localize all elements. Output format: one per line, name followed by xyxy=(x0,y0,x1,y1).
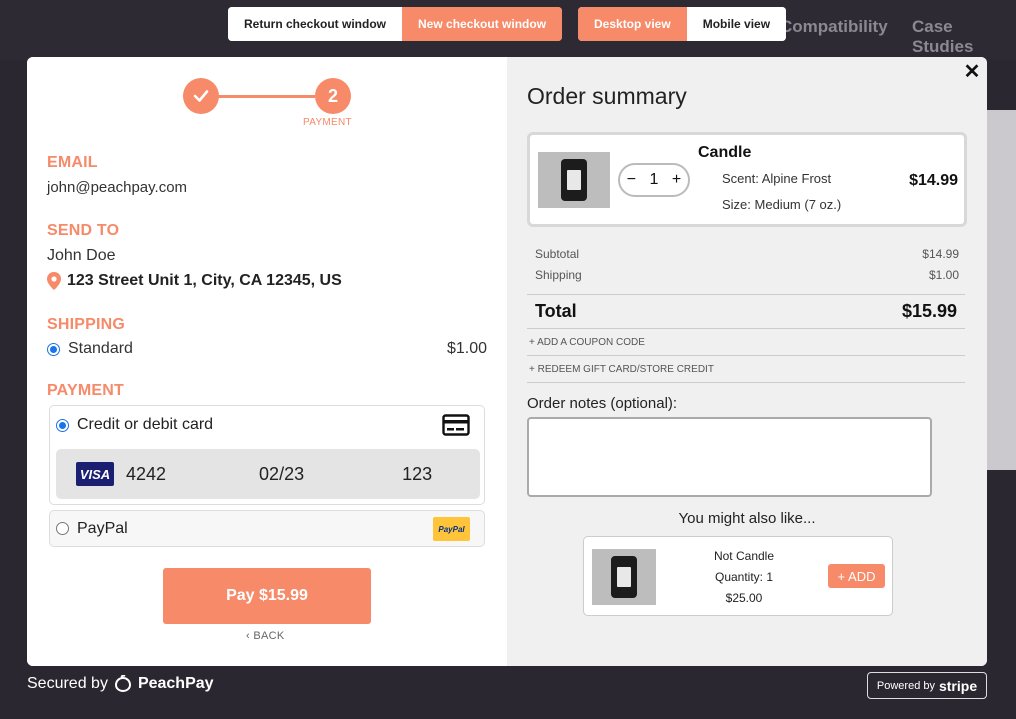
step-1-complete[interactable] xyxy=(183,78,219,114)
order-notes-label: Order notes (optional): xyxy=(527,395,678,412)
step-2-current: 2 xyxy=(315,78,351,114)
upsell-price: $25.00 xyxy=(725,591,763,605)
stripe-prefix: Powered by xyxy=(876,679,935,692)
quantity-stepper[interactable]: − 1 + xyxy=(618,163,690,197)
credit-card-icon xyxy=(442,414,470,441)
paypal-option-label: PayPal xyxy=(77,519,128,537)
paypal-radio[interactable] xyxy=(56,522,69,535)
recipient-name: John Doe xyxy=(47,247,116,264)
order-notes-textarea[interactable] xyxy=(527,417,932,497)
step-2-label: PAYMENT xyxy=(303,117,352,128)
card-details[interactable]: VISA 4242 02/23 123 xyxy=(56,449,480,499)
new-checkout-window-button[interactable]: New checkout window xyxy=(402,7,563,41)
stripe-logo: stripe xyxy=(938,677,978,694)
upsell-name: Not Candle xyxy=(713,549,775,563)
peachpay-logo-icon xyxy=(114,675,131,693)
upsell-product: Not Candle Quantity: 1 $25.00 + ADD xyxy=(583,536,893,616)
order-summary-panel: ✕ Order summary − 1 + Candle Scent: Alpi… xyxy=(507,57,987,666)
payment-title: PAYMENT xyxy=(47,382,124,399)
cart-item: − 1 + Candle Scent: Alpine Frost Size: M… xyxy=(527,132,967,227)
add-coupon-link[interactable]: + ADD A COUPON CODE xyxy=(527,329,965,356)
upsell-product-image xyxy=(592,549,656,605)
item-size: Size: Medium (7 oz.) xyxy=(722,197,842,212)
close-icon[interactable]: ✕ xyxy=(963,62,981,82)
item-scent: Scent: Alpine Frost xyxy=(722,171,832,186)
stepper-line xyxy=(218,95,315,98)
shipping-option-standard[interactable]: Standard $1.00 xyxy=(47,340,487,358)
bg-nav-case-studies[interactable]: Case Studies xyxy=(912,17,1016,57)
checkmark-icon xyxy=(193,90,209,102)
card-cvc-field[interactable]: 123 xyxy=(402,464,432,485)
location-pin-icon xyxy=(47,272,61,290)
add-upsell-button[interactable]: + ADD xyxy=(828,564,885,588)
paypal-logo-icon: PayPal xyxy=(433,517,470,541)
pay-button[interactable]: Pay $15.99 xyxy=(163,568,371,624)
email-value: john@peachpay.com xyxy=(47,179,188,196)
mobile-view-button[interactable]: Mobile view xyxy=(686,7,787,41)
card-expiry-field[interactable]: 02/23 xyxy=(259,464,304,485)
visa-logo-icon: VISA xyxy=(76,462,114,486)
upsell-quantity: Quantity: 1 xyxy=(714,570,774,584)
card-payment-option[interactable]: Credit or debit card VISA 4242 02/23 123 xyxy=(49,405,485,505)
paypal-payment-option[interactable]: PayPal PayPal xyxy=(49,510,485,547)
subtotal-value: $14.99 xyxy=(922,247,959,261)
increase-quantity-button[interactable]: + xyxy=(672,171,681,189)
subtotal-label: Subtotal xyxy=(535,247,580,261)
secured-label: Secured by xyxy=(27,675,108,692)
shipping-value: $1.00 xyxy=(928,268,959,282)
card-radio[interactable] xyxy=(56,418,69,432)
powered-by-stripe[interactable]: Powered by stripe xyxy=(867,672,987,699)
total-value: $15.99 xyxy=(901,301,957,321)
item-price: $14.99 xyxy=(909,172,958,189)
shipping-radio[interactable] xyxy=(47,342,60,356)
subtotal-row: Subtotal $14.99 xyxy=(535,247,959,261)
card-option-row[interactable]: Credit or debit card xyxy=(56,416,213,434)
checkout-modal: 2 PAYMENT EMAIL john@peachpay.com SEND T… xyxy=(27,57,987,666)
shipping-title: SHIPPING xyxy=(47,316,126,333)
shipping-label: Shipping xyxy=(535,268,582,282)
back-button[interactable]: ‹ BACK xyxy=(246,630,284,642)
paypal-badge-text: PayPal xyxy=(438,524,465,534)
desktop-view-button[interactable]: Desktop view xyxy=(578,7,687,41)
window-toggle: Return checkout window New checkout wind… xyxy=(228,7,563,41)
peachpay-brand: PeachPay xyxy=(137,675,214,692)
shipping-option-label: Standard xyxy=(68,340,133,357)
decrease-quantity-button[interactable]: − xyxy=(627,171,636,189)
email-title: EMAIL xyxy=(47,154,98,171)
checkout-form-panel: 2 PAYMENT EMAIL john@peachpay.com SEND T… xyxy=(27,57,507,666)
view-toggle: Desktop view Mobile view xyxy=(578,7,787,41)
shipping-option-price: $1.00 xyxy=(446,340,487,357)
quantity-value: 1 xyxy=(649,171,659,188)
card-option-label: Credit or debit card xyxy=(77,416,214,433)
order-summary-title: Order summary xyxy=(527,83,687,109)
shipping-row: Shipping $1.00 xyxy=(535,268,959,282)
card-number-field[interactable]: 4242 xyxy=(126,464,166,485)
bg-nav-compatibility[interactable]: Compatibility xyxy=(780,17,888,37)
total-label: Total xyxy=(535,301,577,321)
also-like-title: You might also like... xyxy=(678,510,816,527)
redeem-gift-card-link[interactable]: + REDEEM GIFT CARD/STORE CREDIT xyxy=(527,356,965,383)
send-to-title: SEND TO xyxy=(47,222,120,239)
address-text: 123 Street Unit 1, City, CA 12345, US xyxy=(67,272,342,289)
return-checkout-window-button[interactable]: Return checkout window xyxy=(228,7,403,41)
total-row: Total $15.99 xyxy=(527,294,965,329)
shipping-address: 123 Street Unit 1, City, CA 12345, US xyxy=(47,272,342,290)
candle-image xyxy=(538,152,610,208)
back-label: BACK xyxy=(253,630,285,642)
secured-by: Secured by PeachPay xyxy=(27,675,214,693)
item-name: Candle xyxy=(698,144,752,161)
